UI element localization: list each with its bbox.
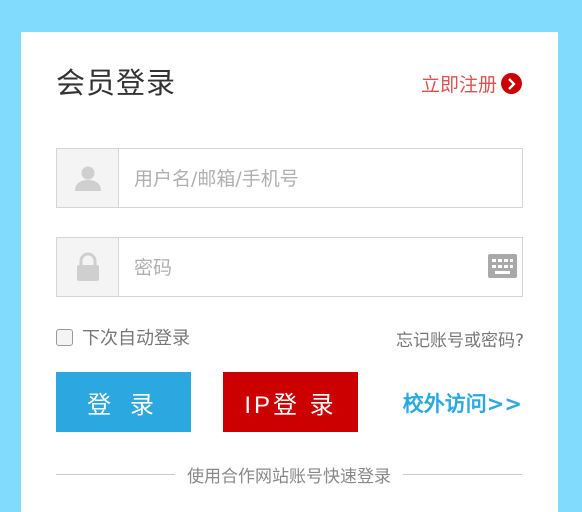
username-field — [56, 148, 523, 209]
remember-me[interactable]: 下次自动登录 — [56, 324, 190, 350]
password-field — [56, 237, 523, 298]
register-link[interactable]: 立即注册 — [421, 70, 522, 97]
login-card: 会员登录 立即注册 用户名/邮箱/手机号 下次自动登录 忘记账号或密码? 登 录… — [21, 32, 558, 512]
user-icon — [57, 149, 119, 207]
divider-text: 使用合作网站账号快速登录 — [187, 467, 391, 487]
chevron-right-circle-icon — [501, 73, 522, 94]
forgot-password-link[interactable]: 忘记账号或密码? — [396, 326, 524, 351]
username-input[interactable] — [132, 149, 476, 209]
password-input[interactable] — [132, 238, 476, 298]
divider-line-right — [403, 474, 522, 475]
page-title: 会员登录 — [56, 66, 177, 100]
remember-checkbox[interactable] — [56, 328, 73, 346]
offsite-access-link[interactable]: 校外访问>> — [403, 388, 522, 418]
lock-icon — [57, 238, 119, 296]
login-button[interactable]: 登 录 — [56, 372, 191, 432]
third-party-divider: 使用合作网站账号快速登录 — [56, 462, 522, 487]
register-label: 立即注册 — [420, 74, 497, 96]
divider-line-left — [56, 474, 175, 475]
keyboard-icon[interactable] — [488, 254, 517, 278]
ip-login-button[interactable]: IP登 录 — [223, 372, 358, 432]
remember-label: 下次自动登录 — [82, 328, 190, 349]
